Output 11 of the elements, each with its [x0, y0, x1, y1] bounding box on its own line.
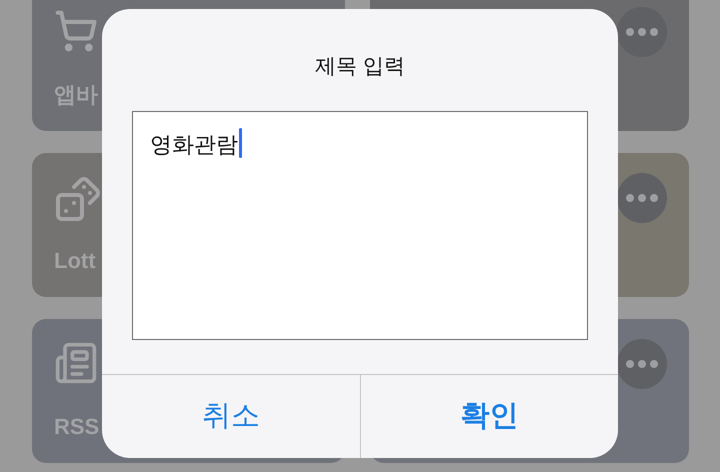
- more-button[interactable]: [617, 7, 667, 57]
- more-button[interactable]: [617, 173, 667, 223]
- text-cursor: [239, 128, 242, 158]
- dialog-button[interactable]: 확인: [360, 375, 618, 458]
- more-button[interactable]: [617, 339, 667, 389]
- dice-icon: [54, 175, 102, 223]
- dialog-button[interactable]: 취소: [102, 375, 360, 458]
- text-field[interactable]: 영화관람: [132, 110, 588, 340]
- cart-icon: [54, 9, 98, 53]
- newspaper-icon: [54, 341, 98, 385]
- dialog-title: 제목 입력: [315, 54, 405, 80]
